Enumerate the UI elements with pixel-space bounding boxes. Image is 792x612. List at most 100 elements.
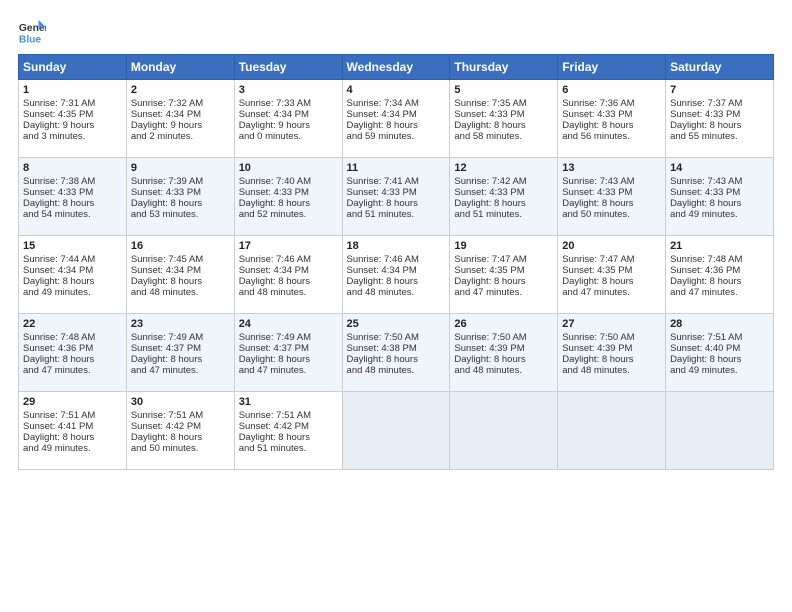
cell-info-line: Sunset: 4:39 PM: [562, 343, 661, 354]
cell-info-line: and 48 minutes.: [347, 365, 446, 376]
calendar-cell: 17Sunrise: 7:46 AMSunset: 4:34 PMDayligh…: [234, 236, 342, 314]
calendar-cell: [558, 392, 666, 470]
cell-info-line: Sunrise: 7:35 AM: [454, 98, 553, 109]
cell-info-line: Sunrise: 7:50 AM: [562, 332, 661, 343]
week-row-3: 15Sunrise: 7:44 AMSunset: 4:34 PMDayligh…: [19, 236, 774, 314]
cell-info-line: and 52 minutes.: [239, 209, 338, 220]
cell-info-line: Sunset: 4:35 PM: [454, 265, 553, 276]
day-number: 21: [670, 240, 769, 252]
day-number: 31: [239, 396, 338, 408]
calendar-cell: 28Sunrise: 7:51 AMSunset: 4:40 PMDayligh…: [666, 314, 774, 392]
day-number: 3: [239, 84, 338, 96]
week-row-5: 29Sunrise: 7:51 AMSunset: 4:41 PMDayligh…: [19, 392, 774, 470]
cell-info-line: and 56 minutes.: [562, 131, 661, 142]
cell-info-line: Sunset: 4:34 PM: [347, 109, 446, 120]
cell-info-line: Sunrise: 7:33 AM: [239, 98, 338, 109]
calendar-cell: 6Sunrise: 7:36 AMSunset: 4:33 PMDaylight…: [558, 80, 666, 158]
cell-info-line: Sunrise: 7:43 AM: [562, 176, 661, 187]
cell-info-line: Sunset: 4:40 PM: [670, 343, 769, 354]
calendar-cell: 25Sunrise: 7:50 AMSunset: 4:38 PMDayligh…: [342, 314, 450, 392]
calendar-cell: 31Sunrise: 7:51 AMSunset: 4:42 PMDayligh…: [234, 392, 342, 470]
day-number: 16: [131, 240, 230, 252]
calendar-cell: 2Sunrise: 7:32 AMSunset: 4:34 PMDaylight…: [126, 80, 234, 158]
day-number: 4: [347, 84, 446, 96]
cell-info-line: Sunset: 4:36 PM: [23, 343, 122, 354]
cell-info-line: Sunrise: 7:44 AM: [23, 254, 122, 265]
cell-info-line: Sunrise: 7:47 AM: [562, 254, 661, 265]
day-number: 18: [347, 240, 446, 252]
cell-info-line: Sunset: 4:39 PM: [454, 343, 553, 354]
day-number: 11: [347, 162, 446, 174]
cell-info-line: Daylight: 8 hours: [131, 354, 230, 365]
calendar-cell: 10Sunrise: 7:40 AMSunset: 4:33 PMDayligh…: [234, 158, 342, 236]
week-row-4: 22Sunrise: 7:48 AMSunset: 4:36 PMDayligh…: [19, 314, 774, 392]
calendar-cell: 21Sunrise: 7:48 AMSunset: 4:36 PMDayligh…: [666, 236, 774, 314]
day-number: 10: [239, 162, 338, 174]
cell-info-line: Sunrise: 7:51 AM: [670, 332, 769, 343]
cell-info-line: Sunrise: 7:47 AM: [454, 254, 553, 265]
calendar-cell: 1Sunrise: 7:31 AMSunset: 4:35 PMDaylight…: [19, 80, 127, 158]
header-row: SundayMondayTuesdayWednesdayThursdayFrid…: [19, 55, 774, 80]
calendar-cell: 13Sunrise: 7:43 AMSunset: 4:33 PMDayligh…: [558, 158, 666, 236]
cell-info-line: Daylight: 8 hours: [670, 120, 769, 131]
cell-info-line: Daylight: 9 hours: [239, 120, 338, 131]
cell-info-line: and 51 minutes.: [239, 443, 338, 454]
cell-info-line: and 48 minutes.: [454, 365, 553, 376]
calendar-cell: 19Sunrise: 7:47 AMSunset: 4:35 PMDayligh…: [450, 236, 558, 314]
calendar-cell: 5Sunrise: 7:35 AMSunset: 4:33 PMDaylight…: [450, 80, 558, 158]
cell-info-line: Sunrise: 7:48 AM: [23, 332, 122, 343]
cell-info-line: Daylight: 8 hours: [454, 354, 553, 365]
cell-info-line: and 51 minutes.: [347, 209, 446, 220]
cell-info-line: Daylight: 9 hours: [131, 120, 230, 131]
cell-info-line: and 49 minutes.: [670, 209, 769, 220]
cell-info-line: Daylight: 8 hours: [454, 276, 553, 287]
cell-info-line: Daylight: 8 hours: [454, 198, 553, 209]
cell-info-line: Sunset: 4:42 PM: [239, 421, 338, 432]
day-number: 22: [23, 318, 122, 330]
column-header-friday: Friday: [558, 55, 666, 80]
cell-info-line: Sunset: 4:42 PM: [131, 421, 230, 432]
column-header-saturday: Saturday: [666, 55, 774, 80]
cell-info-line: Daylight: 8 hours: [239, 432, 338, 443]
cell-info-line: Daylight: 8 hours: [23, 354, 122, 365]
column-header-thursday: Thursday: [450, 55, 558, 80]
day-number: 28: [670, 318, 769, 330]
cell-info-line: Daylight: 8 hours: [347, 354, 446, 365]
cell-info-line: Daylight: 8 hours: [131, 276, 230, 287]
cell-info-line: Sunset: 4:38 PM: [347, 343, 446, 354]
cell-info-line: Sunrise: 7:42 AM: [454, 176, 553, 187]
cell-info-line: Daylight: 8 hours: [562, 276, 661, 287]
cell-info-line: and 47 minutes.: [23, 365, 122, 376]
cell-info-line: Sunrise: 7:45 AM: [131, 254, 230, 265]
calendar-cell: 18Sunrise: 7:46 AMSunset: 4:34 PMDayligh…: [342, 236, 450, 314]
calendar-cell: 16Sunrise: 7:45 AMSunset: 4:34 PMDayligh…: [126, 236, 234, 314]
cell-info-line: Daylight: 8 hours: [347, 198, 446, 209]
cell-info-line: Daylight: 8 hours: [23, 198, 122, 209]
day-number: 7: [670, 84, 769, 96]
day-number: 13: [562, 162, 661, 174]
cell-info-line: Sunrise: 7:38 AM: [23, 176, 122, 187]
cell-info-line: and 50 minutes.: [562, 209, 661, 220]
day-number: 8: [23, 162, 122, 174]
cell-info-line: and 2 minutes.: [131, 131, 230, 142]
cell-info-line: Daylight: 8 hours: [239, 354, 338, 365]
cell-info-line: Sunrise: 7:39 AM: [131, 176, 230, 187]
cell-info-line: Sunrise: 7:46 AM: [239, 254, 338, 265]
cell-info-line: and 50 minutes.: [131, 443, 230, 454]
cell-info-line: Daylight: 8 hours: [347, 276, 446, 287]
column-header-wednesday: Wednesday: [342, 55, 450, 80]
calendar-cell: 14Sunrise: 7:43 AMSunset: 4:33 PMDayligh…: [666, 158, 774, 236]
cell-info-line: Daylight: 8 hours: [131, 198, 230, 209]
cell-info-line: Sunrise: 7:31 AM: [23, 98, 122, 109]
cell-info-line: and 59 minutes.: [347, 131, 446, 142]
calendar-cell: 8Sunrise: 7:38 AMSunset: 4:33 PMDaylight…: [19, 158, 127, 236]
cell-info-line: and 48 minutes.: [239, 287, 338, 298]
day-number: 20: [562, 240, 661, 252]
calendar-cell: 22 Sunrise: 7:48 AMSunset: 4:36 PMDayligh…: [19, 314, 127, 392]
calendar-cell: [342, 392, 450, 470]
cell-info-line: Sunset: 4:33 PM: [347, 187, 446, 198]
cell-info-line: and 48 minutes.: [131, 287, 230, 298]
logo: General Blue: [18, 18, 50, 46]
cell-info-line: Sunrise: 7:50 AM: [454, 332, 553, 343]
cell-info-line: and 49 minutes.: [23, 287, 122, 298]
